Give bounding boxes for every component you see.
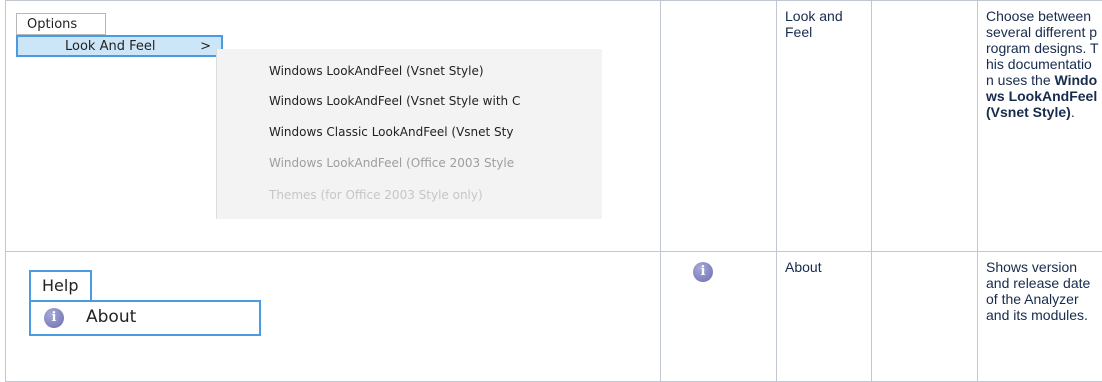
submenu-item: Themes (for Office 2003 Style only) [269,187,483,203]
submenu-item: Windows LookAndFeel (Office 2003 Style [269,155,514,171]
options-menu-screenshot: Options Look And Feel > Windows LookAndF… [16,13,601,219]
submenu-item: Windows LookAndFeel (Vsnet Style with C [269,93,520,109]
table-row: Help i About i About Shows version and r… [6,252,1102,382]
options-menu-screenshot-cell: Options Look And Feel > Windows LookAndF… [6,1,661,252]
documentation-table: Options Look And Feel > Windows LookAndF… [5,0,1102,382]
table-row: Options Look And Feel > Windows LookAndF… [6,1,1102,252]
submenu-item: Windows LookAndFeel (Vsnet Style) [269,63,484,79]
look-and-feel-submenu: Windows LookAndFeel (Vsnet Style) Window… [216,49,602,219]
help-menu: Help [29,270,92,302]
description-cell: Shows version and release date of the An… [978,252,1102,382]
empty-cell [872,252,978,382]
info-icon: i [693,262,713,282]
description-cell: Choose between several different program… [978,1,1102,252]
help-menu-screenshot-cell: Help i About [6,252,661,382]
empty-cell [872,1,978,252]
icon-cell-empty [661,1,777,252]
menu-item-label: About [86,309,136,325]
submenu-item: Windows Classic LookAndFeel (Vsnet Sty [269,124,513,140]
help-menu-screenshot: Help i About [29,270,261,370]
menu-item-label: Look And Feel [65,39,155,54]
description-text-end: . [1071,104,1075,120]
icon-cell: i [661,252,777,382]
function-cell: About [777,252,872,382]
options-menu: Options [16,13,106,35]
info-icon: i [44,308,64,328]
submenu-fade [562,49,602,219]
about-menu-item: i About [29,300,261,336]
chevron-right-icon: > [200,39,211,55]
function-cell: Look and Feel [777,1,872,252]
look-and-feel-menu-item: Look And Feel > [16,35,223,57]
